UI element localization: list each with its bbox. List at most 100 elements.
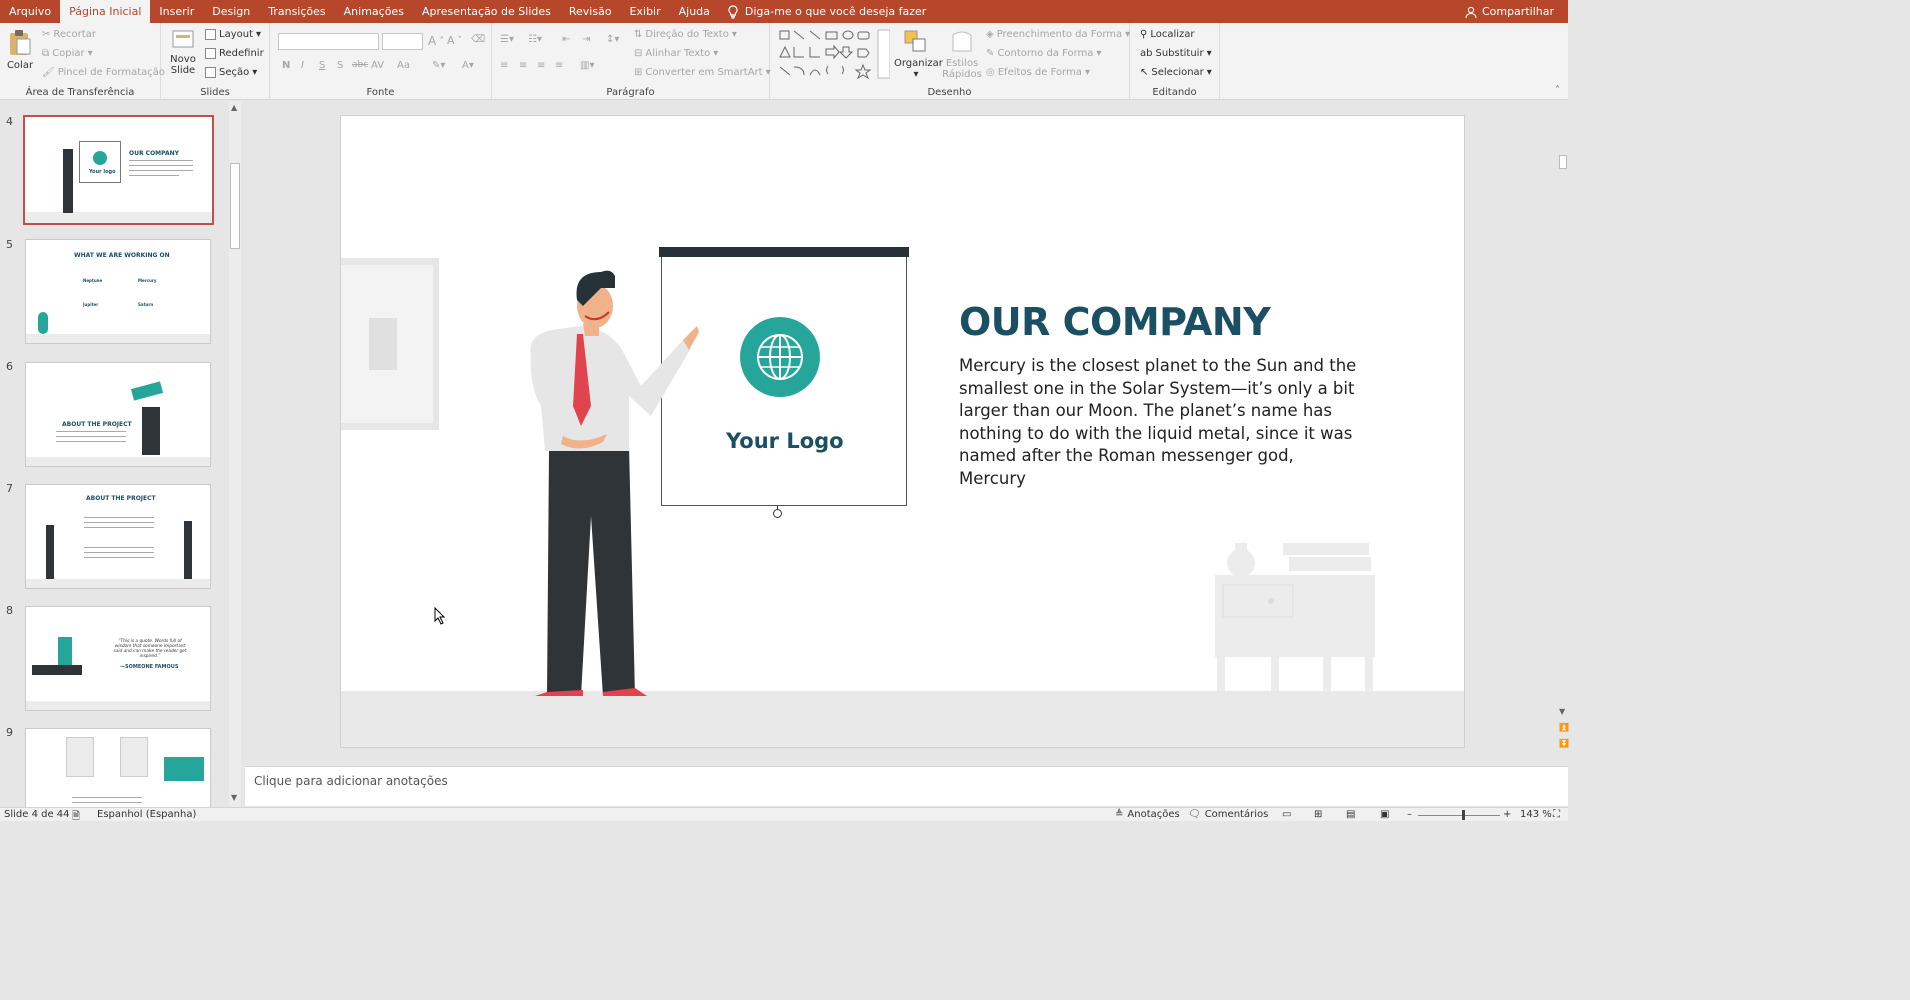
paste-label: Colar (6, 60, 34, 71)
clear-format-icon[interactable]: ⌫ (471, 34, 485, 45)
slide-thumbnail-7[interactable]: ABOUT THE PROJECT (25, 484, 211, 589)
shape-effects-button[interactable]: ◎ Efeitos de Forma ▾ (986, 67, 1090, 78)
shadow-button[interactable]: S (337, 60, 343, 71)
editor-scrollbar[interactable]: ▼ ⏫ ⏬ (1558, 101, 1569, 765)
align-left-icon[interactable]: ≡ (500, 60, 508, 71)
text-direction-button[interactable]: ⇅ Direção do Texto ▾ (634, 29, 737, 40)
columns-icon[interactable]: ▥▾ (580, 60, 594, 71)
share-button[interactable]: Compartilhar (1465, 0, 1554, 23)
change-case-button[interactable]: Aa (397, 60, 410, 71)
slide-number: 8 (6, 604, 13, 617)
thumb-text-line (56, 431, 126, 432)
font-size-input[interactable] (382, 33, 423, 50)
arrange-button[interactable]: Organizar ▾ (894, 29, 943, 80)
replace-button[interactable]: ab Substituir ▾ (1140, 48, 1212, 59)
format-painter-button[interactable]: 🖌 Pincel de Formatação (42, 67, 165, 78)
align-text-button[interactable]: ⊟ Alinhar Texto ▾ (634, 48, 718, 59)
slide-canvas[interactable]: Your Logo OUR COMPANY Mercury is the clo… (340, 115, 1465, 748)
slide-title[interactable]: OUR COMPANY (959, 300, 1271, 344)
zoom-slider-handle[interactable] (1462, 810, 1465, 820)
zoom-in-button[interactable]: + (1503, 809, 1511, 820)
shape-outline-button[interactable]: ✎ Contorno da Forma ▾ (986, 48, 1101, 59)
menu-arquivo[interactable]: Arquivo (0, 0, 60, 23)
logo-text[interactable]: Your Logo (726, 429, 844, 453)
align-right-icon[interactable]: ≡ (537, 60, 545, 71)
strikethrough-button[interactable]: abc (352, 60, 368, 70)
cut-button[interactable]: ✂ Recortar (42, 29, 96, 40)
editing-group: ⚲ Localizar ab Substituir ▾ ↖ Selecionar ▾ Ed… (1130, 23, 1220, 100)
select-button[interactable]: ↖ Selecionar ▾ (1140, 67, 1212, 78)
numbering-icon[interactable]: ☷▾ (528, 34, 542, 45)
menu-revisao[interactable]: Revisão (560, 0, 621, 23)
comments-toggle-button[interactable]: 🗨 Comentários (1188, 809, 1268, 820)
copy-button[interactable]: ⧉ Copiar ▾ (42, 48, 93, 59)
thumbnail-scrollbar[interactable]: ▲ ▼ (229, 101, 241, 807)
normal-view-icon[interactable]: ▭ (1282, 809, 1291, 820)
menu-pagina-inicial[interactable]: Página Inicial (60, 0, 151, 23)
smartart-button[interactable]: ⊞ Converter em SmartArt ▾ (634, 67, 771, 78)
underline-button[interactable]: S (319, 60, 325, 71)
italic-button[interactable]: I (301, 60, 304, 71)
slideshow-icon[interactable]: ▣ (1380, 809, 1389, 820)
reset-button[interactable]: Redefinir (205, 48, 264, 59)
chevron-down-icon: ▾ (252, 67, 258, 78)
quick-styles-button[interactable]: Estilos Rápidos (940, 29, 984, 80)
zoom-level[interactable]: 143 % (1520, 809, 1552, 820)
increase-indent-icon[interactable]: ⇥ (582, 34, 590, 45)
paragraph-group-label: Parágrafo (606, 87, 655, 98)
section-button[interactable]: Seção ▾ (205, 67, 257, 78)
language-indicator[interactable]: Espanhol (Espanha) (97, 809, 196, 820)
notes-pane[interactable]: Clique para adicionar anotações (245, 766, 1568, 806)
shape-effects-label: Efeitos de Forma (997, 67, 1082, 78)
zoom-out-button[interactable]: – (1407, 809, 1412, 820)
justify-icon[interactable]: ≡ (555, 60, 563, 71)
scroll-up-icon[interactable]: ▲ (231, 103, 237, 112)
menu-exibir[interactable]: Exibir (621, 0, 670, 23)
spell-check-icon[interactable]: 🗎 (72, 809, 80, 826)
align-center-icon[interactable]: ≡ (519, 60, 527, 71)
grow-font-button[interactable]: A ˄ (428, 34, 444, 48)
shapes-gallery[interactable] (778, 29, 890, 79)
font-name-input[interactable] (278, 33, 379, 50)
scroll-down-icon[interactable]: ▼ (1559, 707, 1565, 716)
new-slide-button[interactable]: Novo Slide (167, 27, 199, 76)
slide-thumbnail-4[interactable]: Your logo OUR COMPANY (23, 115, 214, 225)
menu-inserir[interactable]: Inserir (150, 0, 203, 23)
editor-scroll-thumb[interactable] (1559, 155, 1567, 169)
highlight-icon[interactable]: ✎▾ (432, 60, 445, 71)
notes-toggle-button[interactable]: ≜ Anotações (1115, 809, 1180, 820)
zoom-slider-track[interactable] (1418, 815, 1500, 816)
menu-design[interactable]: Design (203, 0, 259, 23)
scroll-down-icon[interactable]: ▼ (231, 793, 237, 802)
next-slide-icon[interactable]: ⏬ (1559, 739, 1569, 748)
slide-thumbnail-8[interactable]: “This is a quote. Words full of wisdom t… (25, 606, 211, 711)
menu-transicoes[interactable]: Transições (259, 0, 334, 23)
thumbnail-scroll-thumb[interactable] (230, 163, 240, 249)
line-spacing-icon[interactable]: ↕▾ (606, 34, 619, 45)
decrease-indent-icon[interactable]: ⇤ (562, 34, 570, 45)
reading-view-icon[interactable]: ▤ (1346, 809, 1355, 820)
paste-button[interactable]: Colar (4, 29, 36, 71)
tell-me-box[interactable]: Diga-me o que você deseja fazer (727, 4, 926, 19)
thumb-window (66, 737, 94, 777)
shape-fill-button[interactable]: ◈ Preenchimento da Forma ▾ (986, 29, 1130, 40)
font-color-icon[interactable]: A▾ (462, 60, 474, 71)
slide-thumbnail-6[interactable]: ABOUT THE PROJECT (25, 362, 211, 467)
slide-body-text[interactable]: Mercury is the closest planet to the Sun… (959, 355, 1359, 491)
shrink-font-button[interactable]: A ˅ (447, 34, 462, 47)
menu-apresentacao[interactable]: Apresentação de Slides (413, 0, 560, 23)
slide-thumbnail-5[interactable]: WHAT WE ARE WORKING ON Neptune Mercury J… (25, 239, 211, 344)
slide-sorter-icon[interactable]: ⊞ (1314, 809, 1322, 820)
char-spacing-button[interactable]: AV (371, 60, 384, 71)
collapse-ribbon-icon[interactable]: ˄ (1555, 85, 1560, 96)
menu-ajuda[interactable]: Ajuda (670, 0, 719, 23)
find-button[interactable]: ⚲ Localizar (1140, 29, 1195, 40)
bullets-icon[interactable]: ☰▾ (500, 34, 514, 45)
shape-outline-label: Contorno da Forma (997, 48, 1094, 59)
slide-thumbnail-9[interactable] (25, 728, 211, 807)
previous-slide-icon[interactable]: ⏫ (1559, 723, 1569, 732)
fit-slide-icon[interactable]: ⛶ (1553, 809, 1560, 820)
layout-button[interactable]: Layout ▾ (205, 29, 261, 40)
menu-animacoes[interactable]: Animações (335, 0, 413, 23)
bold-button[interactable]: N (282, 60, 290, 71)
